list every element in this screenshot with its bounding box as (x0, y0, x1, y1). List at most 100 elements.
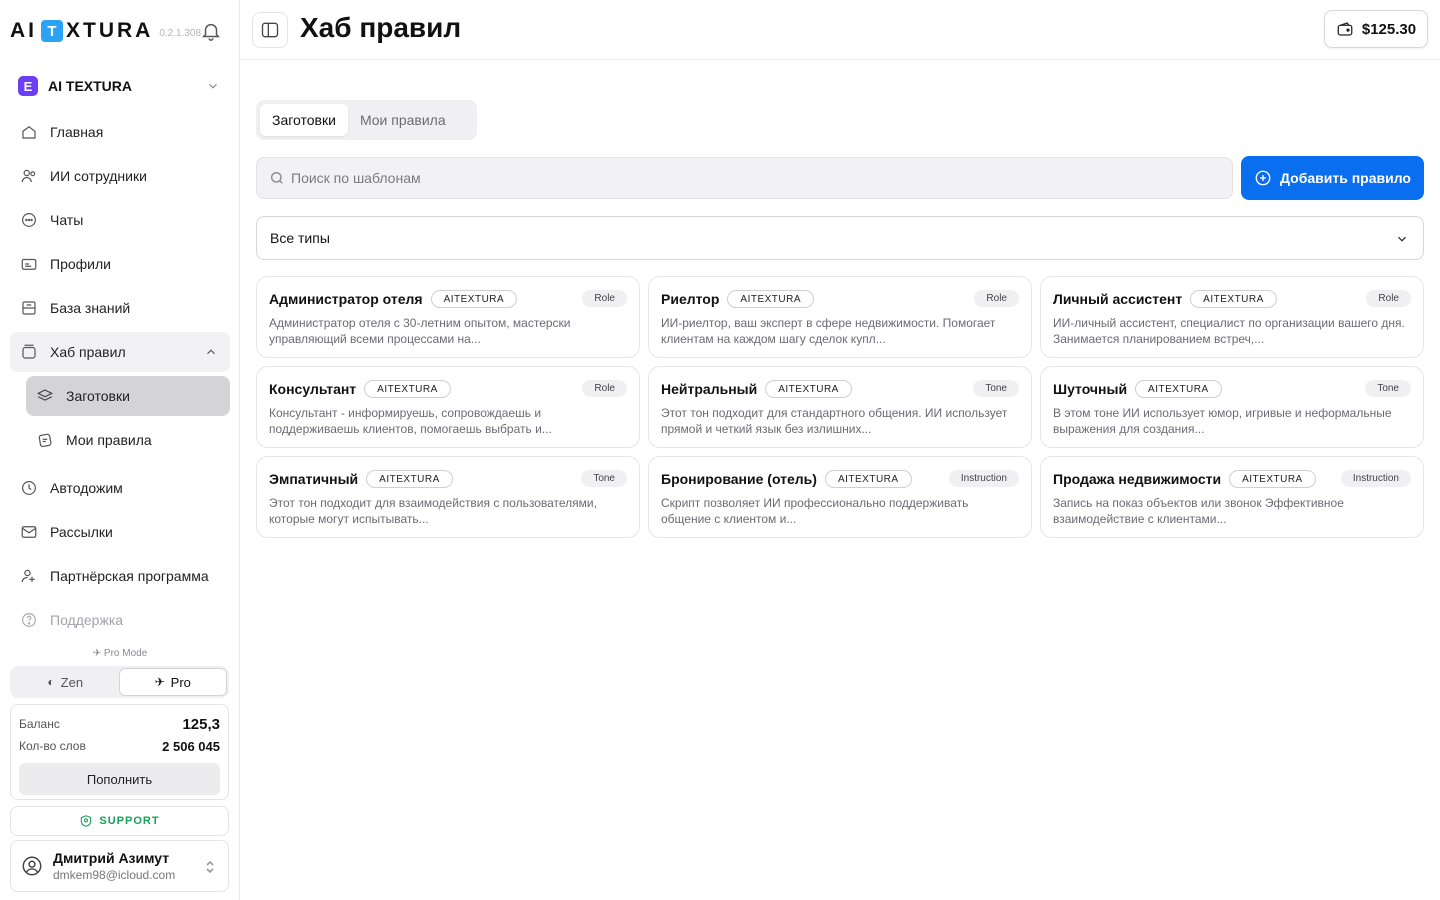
sidebar-item-label: Автодожим (50, 480, 123, 496)
sidebar-item-support[interactable]: Поддержка (10, 600, 230, 640)
card-author-badge: AITEXTURA (824, 470, 912, 488)
card-description: Запись на показ объектов или звонок Эффе… (1053, 496, 1344, 526)
card-author-badge: AITEXTURA (1135, 380, 1222, 398)
sidebar-item-label: Главная (50, 124, 104, 140)
rule-card[interactable]: Продажа недвижимости AITEXTURA Instructio… (1040, 456, 1424, 538)
card-type-badge: Tone (1365, 380, 1411, 397)
rule-card[interactable]: Администратор отеля AITEXTURA Role Админи… (256, 276, 640, 358)
rule-card[interactable]: Бронирование (отель) AITEXTURA Instructio… (648, 456, 1032, 538)
shield-icon (81, 815, 92, 827)
chevrons-up-down-icon (204, 858, 216, 876)
bell-icon[interactable] (200, 20, 222, 42)
clock-icon (20, 479, 38, 497)
user-name: Дмитрий Азимут (53, 850, 170, 866)
sidebar-item-knowledge-base[interactable]: База знаний (10, 288, 230, 328)
logo-text-left: AI (10, 19, 37, 42)
card-type-badge: Instruction (1340, 470, 1411, 487)
leaf-icon: ◐ (47, 675, 55, 689)
sidebar-item-partner-program[interactable]: Партнёрская программа (10, 556, 230, 596)
card-author-badge: AITEXTURA (366, 470, 453, 488)
layers-icon (36, 387, 54, 405)
plus-circle-icon (1255, 170, 1271, 186)
sidebar-item-autofollowup[interactable]: Автодожим (10, 468, 230, 508)
wallet-balance-button[interactable]: $125.30 (1324, 10, 1428, 48)
card-type-badge: Role (974, 290, 1019, 307)
card-type-badge: Role (1366, 290, 1411, 307)
rule-card[interactable]: Личный ассистент AITEXTURA Role ИИ-личный… (1040, 276, 1424, 358)
logo-row: AI T XTURA 0.2.1.308 (10, 18, 230, 44)
chevron-down-icon (206, 79, 220, 93)
search-input[interactable] (291, 170, 1191, 186)
workspace-switcher[interactable]: E AI TEXTURA (10, 68, 230, 104)
tab-presets[interactable]: Заготовки (260, 104, 348, 136)
mail-icon (20, 523, 38, 541)
id-card-icon (20, 255, 38, 273)
help-icon (20, 611, 38, 629)
sidebar-item-label: Профили (50, 256, 111, 272)
database-icon (20, 299, 38, 317)
chevron-down-icon (1395, 232, 1409, 246)
sidebar-item-my-rules[interactable]: Мои правила (26, 420, 230, 460)
type-filter-value: Все типы (270, 230, 330, 246)
rocket-icon: ✈ (92, 648, 102, 659)
toggle-sidebar-button[interactable] (252, 12, 288, 48)
mode-zen-button[interactable]: ◐ Zen (12, 668, 119, 696)
card-title: Эмпатичный (269, 471, 359, 487)
type-filter-select[interactable]: Все типы (256, 216, 1424, 260)
card-author-badge: AITEXTURA (1229, 470, 1316, 488)
card-author-badge: AITEXTURA (765, 380, 852, 398)
card-type-badge: Role (582, 290, 627, 307)
sidebar-item-rules-hub[interactable]: Хаб правил (10, 332, 230, 372)
mode-toggle: ◐ Zen ✈ Pro (10, 666, 229, 698)
rule-card[interactable]: Шуточный AITEXTURA Tone В этом тоне ИИ ис… (1040, 366, 1424, 448)
add-rule-button[interactable]: Добавить правило (1241, 156, 1424, 200)
topup-button[interactable]: Пополнить (19, 763, 220, 795)
card-type-badge: Instruction (948, 470, 1019, 487)
card-title: Личный ассистент (1053, 291, 1183, 307)
mode-pro-button[interactable]: ✈ Pro (118, 668, 227, 696)
search-bar (256, 157, 1233, 199)
card-description: Этот тон подходит для взаимодействия с п… (269, 496, 597, 526)
sidebar-item-mailings[interactable]: Рассылки (10, 512, 230, 552)
avatar (21, 855, 43, 877)
sidebar-item-ai-employees[interactable]: ИИ сотрудники (10, 156, 230, 196)
user-email: dmkem98@icloud.com (53, 868, 176, 882)
card-author-badge: AITEXTURA (1190, 290, 1277, 308)
sidebar-item-label: Хаб правил (50, 344, 126, 360)
app-version: 0.2.1.308 (159, 27, 202, 39)
rule-card[interactable]: Риелтор AITEXTURA Role ИИ-риелтор, ваш эк… (648, 276, 1032, 358)
card-title: Шуточный (1053, 381, 1128, 397)
user-info: Дмитрий Азимут dmkem98@icloud.com (53, 850, 175, 882)
sidebar-item-presets[interactable]: Заготовки (26, 376, 230, 416)
card-description: Этот тон подходит для стандартного общен… (661, 406, 1008, 436)
home-icon (20, 123, 38, 141)
card-title: Продажа недвижимости (1053, 471, 1222, 487)
words-value: 2 506 045 (162, 738, 220, 754)
card-type-badge: Tone (973, 380, 1019, 397)
card-title: Администратор отеля (269, 291, 423, 307)
sidebar-item-profiles[interactable]: Профили (10, 244, 230, 284)
rules-tabs: Заготовки Мои правила (256, 100, 477, 140)
wallet-icon (1337, 22, 1353, 36)
sidebar-item-chats[interactable]: Чаты (10, 200, 230, 240)
card-type-badge: Role (582, 380, 627, 397)
sidebar-item-label: ИИ сотрудники (50, 168, 147, 184)
search-icon (271, 172, 283, 184)
rule-card[interactable]: Нейтральный AITEXTURA Tone Этот тон подхо… (648, 366, 1032, 448)
sidebar-toggle-icon (261, 22, 279, 38)
sidebar-item-label: База знаний (50, 300, 131, 316)
rule-card[interactable]: Консультант AITEXTURA Role Консультант - … (256, 366, 640, 448)
card-author-badge: AITEXTURA (364, 380, 451, 398)
sidebar-item-home[interactable]: Главная (10, 112, 230, 152)
page-title: Хаб правил (300, 12, 462, 43)
sidebar-item-label: Чаты (50, 212, 84, 228)
rule-cards-grid: Администратор отеля AITEXTURA Role Админи… (256, 276, 1424, 538)
rule-card[interactable]: Эмпатичный AITEXTURA Tone Этот тон подход… (256, 456, 640, 538)
app-logo[interactable]: AI T XTURA (10, 19, 153, 43)
tab-my-rules[interactable]: Мои правила (348, 104, 458, 136)
top-header: Хаб правил $125.30 (240, 0, 1440, 60)
support-button[interactable]: SUPPORT (10, 806, 229, 836)
user-menu[interactable]: Дмитрий Азимут dmkem98@icloud.com (10, 840, 229, 892)
card-author-badge: AITEXTURA (430, 290, 518, 308)
card-title: Риелтор (661, 291, 720, 307)
